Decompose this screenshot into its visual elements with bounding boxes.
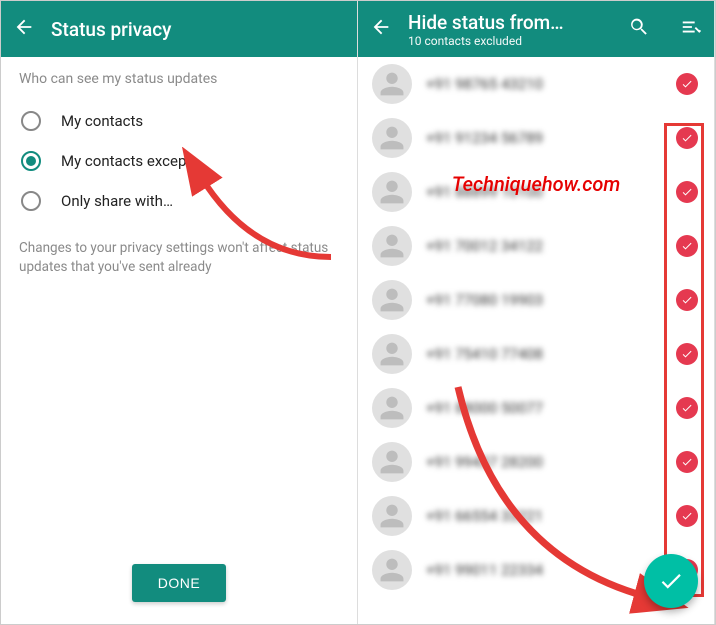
radio-only-share-with[interactable]: Only share with… xyxy=(19,181,339,221)
contact-label: +91 88000 50077 xyxy=(426,399,662,417)
contact-row[interactable]: +91 88899 10100 xyxy=(358,165,714,219)
contact-label: +91 75410 77408 xyxy=(426,345,662,363)
radio-my-contacts[interactable]: My contacts xyxy=(19,101,339,141)
appbar-subtitle: 10 contacts excluded xyxy=(408,34,598,48)
contact-row[interactable]: +91 77080 19903 xyxy=(358,273,714,327)
contact-row[interactable]: +91 91234 56789 xyxy=(358,111,714,165)
contact-label: +91 70012 34122 xyxy=(426,237,662,255)
radio-icon-selected xyxy=(21,151,41,171)
avatar-icon xyxy=(372,226,412,266)
content-left: Who can see my status updates My contact… xyxy=(1,57,357,624)
contact-list: +91 98765 43210 +91 91234 56789 +91 8889… xyxy=(358,57,714,624)
contact-row[interactable]: +91 99437 28200 xyxy=(358,435,714,489)
exclude-check-icon[interactable] xyxy=(676,73,698,95)
back-arrow-icon[interactable] xyxy=(13,16,35,42)
exclude-check-icon[interactable] xyxy=(676,127,698,149)
contact-row[interactable]: +91 66554 33221 xyxy=(358,489,714,543)
hide-status-screen: Hide status from… 10 contacts excluded +… xyxy=(358,1,715,624)
contact-label: +91 88899 10100 xyxy=(426,183,662,201)
contact-label: +91 66554 33221 xyxy=(426,507,662,525)
avatar-icon xyxy=(372,118,412,158)
contact-label: +91 91234 56789 xyxy=(426,129,662,147)
avatar-icon xyxy=(372,388,412,428)
privacy-hint: Changes to your privacy settings won't a… xyxy=(19,239,339,277)
status-privacy-screen: Status privacy Who can see my status upd… xyxy=(1,1,358,624)
exclude-check-icon[interactable] xyxy=(676,289,698,311)
avatar-icon xyxy=(372,172,412,212)
contact-label: +91 99011 22334 xyxy=(426,561,662,579)
avatar-icon xyxy=(372,334,412,374)
appbar-title: Hide status from… xyxy=(408,11,598,34)
appbar-left: Status privacy xyxy=(1,1,357,57)
exclude-check-icon[interactable] xyxy=(676,181,698,203)
exclude-check-icon[interactable] xyxy=(676,343,698,365)
search-icon[interactable] xyxy=(628,16,650,42)
exclude-check-icon[interactable] xyxy=(676,235,698,257)
contact-label: +91 99437 28200 xyxy=(426,453,662,471)
contact-row[interactable]: +91 88000 50077 xyxy=(358,381,714,435)
done-button[interactable]: DONE xyxy=(132,564,226,602)
radio-icon xyxy=(21,111,41,131)
avatar-icon xyxy=(372,496,412,536)
appbar-title: Status privacy xyxy=(51,18,345,41)
exclude-check-icon[interactable] xyxy=(676,505,698,527)
contact-row[interactable]: +91 70012 34122 xyxy=(358,219,714,273)
avatar-icon xyxy=(372,550,412,590)
exclude-check-icon[interactable] xyxy=(676,397,698,419)
radio-label: My contacts except… xyxy=(61,152,201,170)
radio-label: Only share with… xyxy=(61,192,173,210)
avatar-icon xyxy=(372,64,412,104)
section-heading: Who can see my status updates xyxy=(19,71,339,87)
contact-label: +91 98765 43210 xyxy=(426,75,662,93)
radio-label: My contacts xyxy=(61,112,143,130)
select-all-icon[interactable] xyxy=(680,16,702,42)
exclude-check-icon[interactable] xyxy=(676,451,698,473)
back-arrow-icon[interactable] xyxy=(370,16,392,42)
avatar-icon xyxy=(372,280,412,320)
appbar-right: Hide status from… 10 contacts excluded xyxy=(358,1,714,57)
radio-icon xyxy=(21,191,41,211)
radio-my-contacts-except[interactable]: My contacts except… xyxy=(19,141,339,181)
contact-row[interactable]: +91 75410 77408 xyxy=(358,327,714,381)
contact-row[interactable]: +91 98765 43210 xyxy=(358,57,714,111)
contact-label: +91 77080 19903 xyxy=(426,291,662,309)
confirm-fab[interactable] xyxy=(644,554,698,608)
avatar-icon xyxy=(372,442,412,482)
